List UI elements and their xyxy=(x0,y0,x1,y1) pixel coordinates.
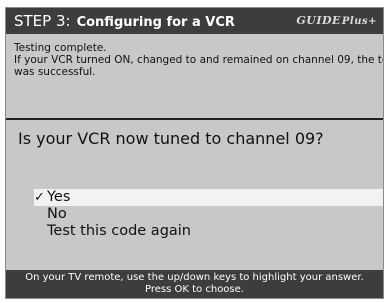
footer-line-2: Press OK to choose. xyxy=(145,284,244,295)
info-line-1: Testing complete. xyxy=(14,42,107,54)
divider xyxy=(6,118,383,120)
step-number: STEP 3: xyxy=(14,12,71,30)
guide-logo-mark: Plus+ xyxy=(341,16,377,27)
step-title: STEP 3: Configuring for a VCR xyxy=(14,11,235,33)
answer-options: ✓ Yes No Test this code again xyxy=(34,189,383,240)
test-result-message: Testing complete. If your VCR turned ON,… xyxy=(14,42,384,78)
option-label: Test this code again xyxy=(47,223,192,239)
question-text: Is your VCR now tuned to channel 09? xyxy=(18,129,324,148)
option-no[interactable]: No xyxy=(34,206,383,223)
guide-logo-text: GUIDE xyxy=(296,14,341,27)
footer-line-1: On your TV remote, use the up/down keys … xyxy=(25,272,364,283)
screen-title: Configuring for a VCR xyxy=(76,15,235,30)
info-line-3: was successful. xyxy=(14,66,96,78)
guide-logo: GUIDEPlus+ xyxy=(296,14,377,27)
option-test-again[interactable]: Test this code again xyxy=(34,223,383,240)
checkmark-icon: ✓ xyxy=(34,190,45,205)
tv-guide-screen: STEP 3: Configuring for a VCR GUIDEPlus+ … xyxy=(5,7,384,299)
option-label: Yes xyxy=(47,189,71,205)
info-line-2: If your VCR turned ON, changed to and re… xyxy=(14,54,384,66)
option-yes[interactable]: ✓ Yes xyxy=(34,189,383,206)
instruction-footer: On your TV remote, use the up/down keys … xyxy=(6,270,383,298)
title-bar: STEP 3: Configuring for a VCR GUIDEPlus+ xyxy=(6,8,383,34)
option-label: No xyxy=(47,206,67,222)
